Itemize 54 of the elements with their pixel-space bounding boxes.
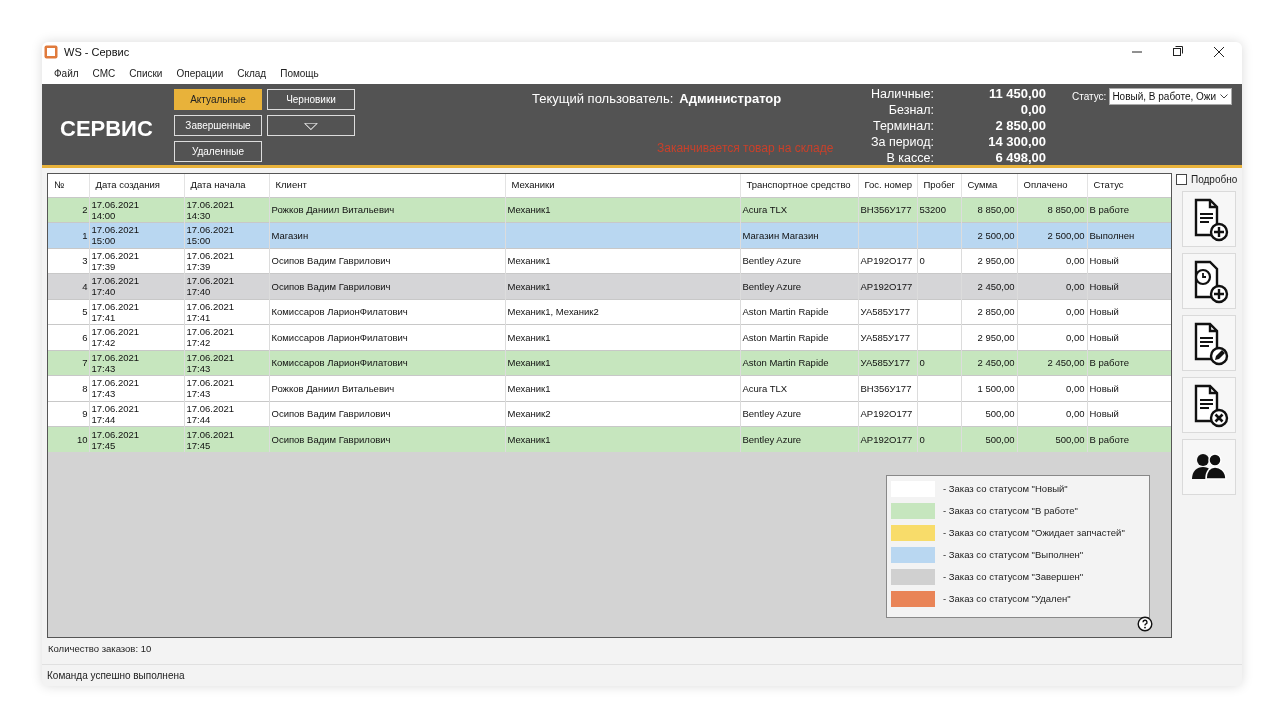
- filter-tab[interactable]: Актуальные: [174, 89, 262, 110]
- menu-item[interactable]: Склад: [231, 63, 273, 83]
- menu-item[interactable]: Операции: [170, 63, 230, 83]
- order-count: Количество заказов: 10: [48, 642, 152, 656]
- toolbar-button[interactable]: [1182, 377, 1236, 433]
- legend-label: - Заказ со статусом "Новый": [943, 481, 1068, 496]
- status-label: Статус:: [1072, 90, 1107, 104]
- legend-label: - Заказ со статусом "Удален": [943, 591, 1071, 606]
- table-cell: 17.06.2021 17:45: [89, 426, 184, 452]
- table-cell: В работе: [1087, 426, 1171, 452]
- legend-label: - Заказ со статусом "Выполнен": [943, 547, 1084, 562]
- table-cell: 500,00: [1017, 426, 1087, 452]
- menu-item[interactable]: СМС: [86, 63, 122, 83]
- toolbar-button[interactable]: [1182, 439, 1236, 495]
- toolbar-button[interactable]: [1182, 253, 1236, 309]
- filter-tab[interactable]: Завершенные: [174, 115, 262, 136]
- toolbar-button[interactable]: [1182, 315, 1236, 371]
- status-message: Команда успешно выполнена: [47, 669, 185, 683]
- menu-item[interactable]: Списки: [123, 63, 169, 83]
- total-value: 0,00: [1019, 102, 1046, 118]
- chevron-down-icon: [1220, 94, 1229, 99]
- menu-item[interactable]: Файл: [48, 63, 85, 83]
- total-label: Наличные:: [869, 86, 934, 102]
- detail-label: Подробно: [1191, 173, 1238, 187]
- app-logo-text: СЕРВИС: [60, 115, 153, 143]
- toolbar-button[interactable]: [1182, 191, 1236, 247]
- legend-label: - Заказ со статусом "Ожидает запчастей": [943, 525, 1125, 540]
- table-cell: Bentley Azure: [740, 426, 858, 452]
- total-value: 14 300,00: [987, 134, 1046, 150]
- legend-label: - Заказ со статусом "Завершен": [943, 569, 1084, 584]
- filter-tab[interactable]: Черновики: [267, 89, 355, 110]
- table-cell: 17.06.2021 17:45: [184, 426, 269, 452]
- user-label: Текущий пользователь:: [532, 90, 674, 108]
- table-cell: 0: [917, 426, 961, 452]
- table-cell: 10: [48, 426, 89, 452]
- table-cell: АР192О177: [858, 426, 917, 452]
- warning-text: Заканчивается товар на складе: [657, 140, 834, 157]
- filter-tab[interactable]: Удаленные: [174, 141, 262, 162]
- total-value: 11 450,00: [987, 86, 1046, 102]
- table-cell: 500,00: [961, 426, 1017, 452]
- legend-label: - Заказ со статусом "В работе": [943, 503, 1078, 518]
- total-value: 6 498,00: [994, 150, 1046, 166]
- total-label: Терминал:: [871, 118, 934, 134]
- user-name: Администратор: [679, 90, 782, 108]
- total-label: Безнал:: [887, 102, 934, 118]
- menu-item[interactable]: Помощь: [274, 63, 325, 83]
- dropdown-button[interactable]: ▽: [267, 115, 355, 136]
- help-icon[interactable]: [1137, 616, 1153, 632]
- table-cell: Механик1: [505, 426, 740, 452]
- total-value: 2 850,00: [994, 118, 1046, 134]
- table-cell: Осипов Вадим Гаврилович: [269, 426, 505, 452]
- window-title: WS - Сервис: [64, 44, 130, 60]
- detail-checkbox[interactable]: [1176, 174, 1187, 185]
- status-dropdown[interactable]: Новый, В работе, Ожи: [1109, 88, 1233, 105]
